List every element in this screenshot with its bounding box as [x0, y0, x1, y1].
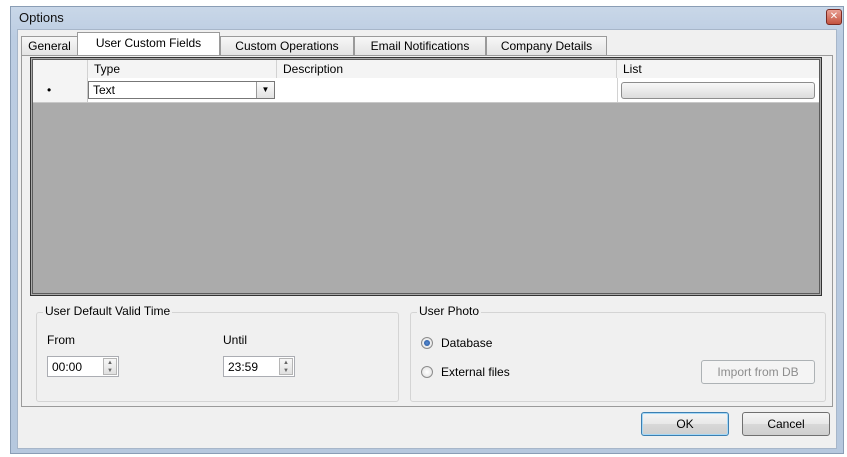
spin-up-icon: ▲ [283, 360, 289, 366]
options-window: Options ✕ General User Custom Fields Cus… [10, 6, 844, 454]
tab-strip: General User Custom Fields Custom Operat… [21, 30, 621, 55]
cancel-button[interactable]: Cancel [742, 412, 830, 436]
group-label-valid-time: User Default Valid Time [43, 304, 173, 318]
custom-fields-grid[interactable]: Type Description List • Text ▼ [30, 57, 822, 296]
from-spin-buttons[interactable]: ▲ ▼ [103, 358, 117, 375]
tab-email-notifications[interactable]: Email Notifications [354, 36, 486, 55]
column-header-row-selector [33, 60, 88, 78]
from-time-value: 00:00 [52, 360, 83, 374]
until-time-value: 23:59 [228, 360, 259, 374]
from-time-input[interactable]: 00:00 ▲ ▼ [47, 356, 119, 377]
grid-header-row: Type Description List [33, 60, 819, 79]
until-time-input[interactable]: 23:59 ▲ ▼ [223, 356, 295, 377]
radio-external-files[interactable] [421, 366, 433, 378]
tab-custom-operations[interactable]: Custom Operations [220, 36, 354, 55]
radio-database-label[interactable]: Database [441, 336, 492, 350]
chevron-down-icon[interactable]: ▼ [256, 82, 274, 98]
type-value: Text [93, 83, 116, 97]
until-label: Until [223, 333, 248, 347]
type-dropdown[interactable]: Text ▼ [88, 81, 275, 99]
user-default-valid-time-group: User Default Valid Time From 00:00 ▲ ▼ U… [36, 304, 399, 402]
spin-down-icon: ▼ [283, 368, 289, 374]
radio-selected-dot [424, 340, 430, 346]
column-header-list[interactable]: List [617, 60, 819, 78]
tab-user-custom-fields[interactable]: User Custom Fields [77, 32, 220, 55]
close-icon[interactable]: ✕ [826, 9, 842, 25]
tab-general[interactable]: General [21, 36, 78, 55]
window-title: Options [19, 10, 64, 25]
new-row-marker-icon: • [47, 83, 52, 97]
user-photo-group: User Photo Database External files Impor… [410, 304, 826, 402]
tab-page-user-custom-fields: Type Description List • Text ▼ User Defa… [21, 55, 833, 407]
list-button[interactable] [621, 82, 815, 99]
spin-up-icon: ▲ [107, 360, 113, 366]
column-header-type[interactable]: Type [88, 60, 277, 78]
dialog-client-area: General User Custom Fields Custom Operat… [17, 29, 837, 449]
description-cell[interactable] [277, 78, 618, 102]
row-header[interactable]: • [33, 78, 88, 102]
until-spin-buttons[interactable]: ▲ ▼ [279, 358, 293, 375]
group-label-user-photo: User Photo [417, 304, 482, 318]
spin-down-icon: ▼ [107, 368, 113, 374]
radio-external-files-label[interactable]: External files [441, 365, 510, 379]
ok-button[interactable]: OK [641, 412, 729, 436]
table-row[interactable]: • Text ▼ [33, 78, 819, 103]
import-from-db-button[interactable]: Import from DB [701, 360, 815, 384]
grid-body: Type Description List • Text ▼ [32, 59, 820, 294]
tab-company-details[interactable]: Company Details [486, 36, 607, 55]
column-header-description[interactable]: Description [277, 60, 617, 78]
from-label: From [47, 333, 75, 347]
radio-database[interactable] [421, 337, 433, 349]
